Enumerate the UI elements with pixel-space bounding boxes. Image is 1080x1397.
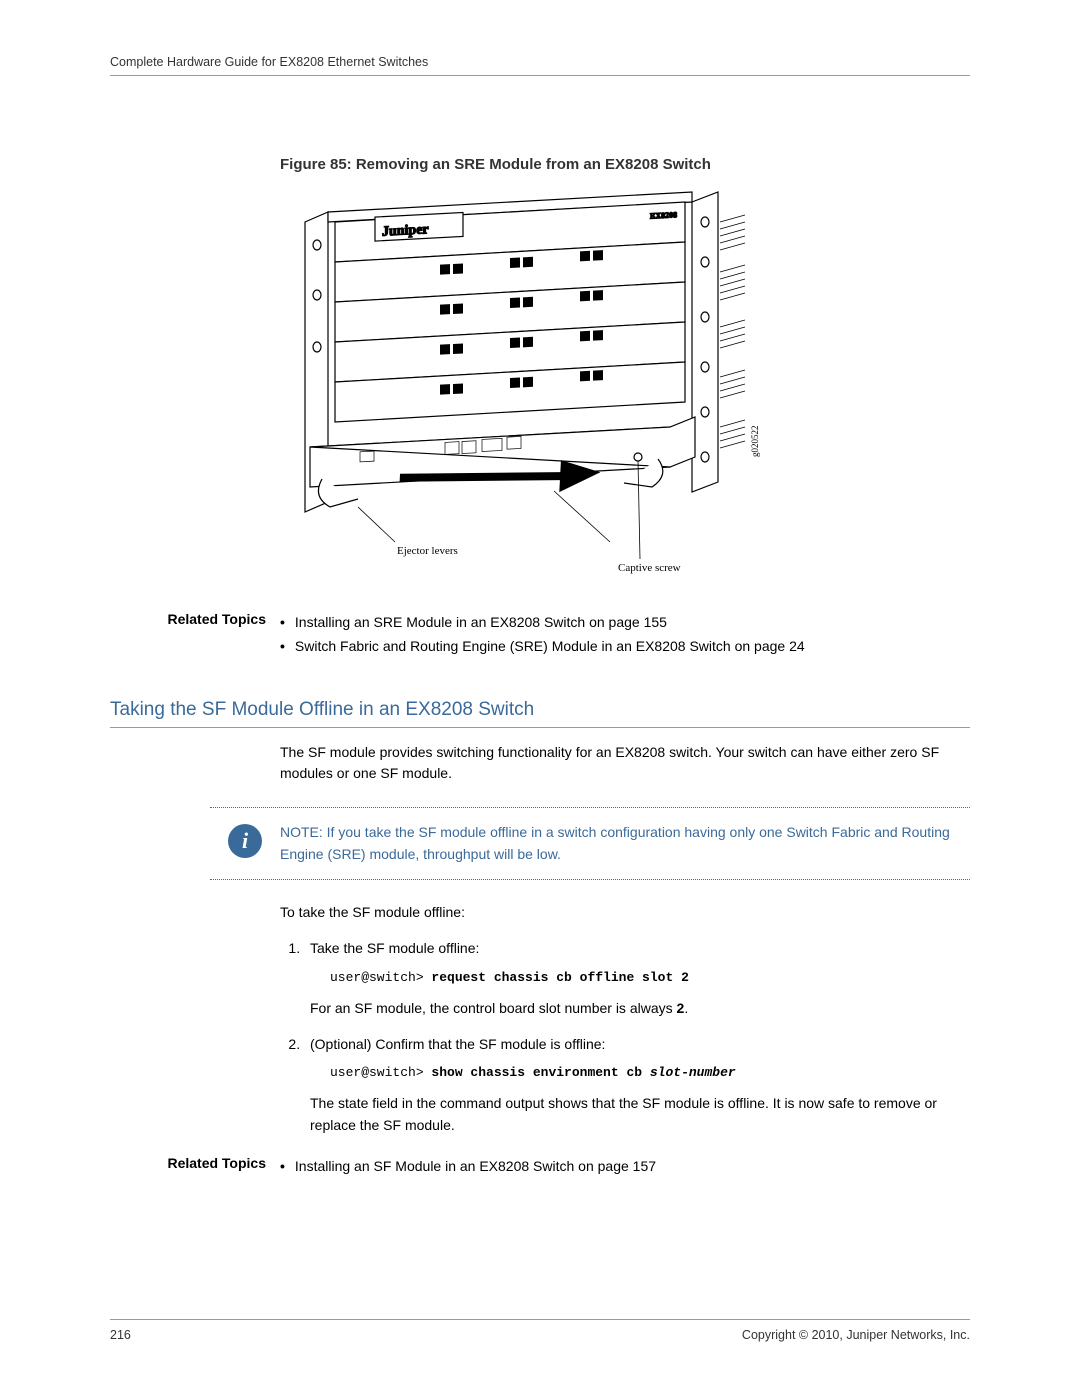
related-topics-block: Related Topics Installing an SRE Module …	[110, 611, 970, 659]
svg-text:Juniper: Juniper	[382, 222, 429, 239]
cli-variable: slot-number	[650, 1065, 736, 1080]
cli-prompt: user@switch>	[330, 1065, 431, 1080]
figure-caption: Figure 85: Removing an SRE Module from a…	[280, 156, 970, 173]
page-footer: 216 Copyright © 2010, Juniper Networks, …	[110, 1319, 970, 1342]
step-result: For an SF module, the control board slot…	[310, 998, 970, 1020]
info-icon: i	[210, 822, 280, 858]
cli-prompt: user@switch>	[330, 970, 431, 985]
related-topics-block: Related Topics Installing an SF Module i…	[110, 1155, 970, 1179]
switch-chassis-illustration: Juniper EX8208	[300, 187, 780, 587]
svg-text:EX8208: EX8208	[650, 210, 677, 220]
step-2: (Optional) Confirm that the SF module is…	[304, 1034, 970, 1137]
related-link[interactable]: Installing an SRE Module in an EX8208 Sw…	[280, 611, 970, 635]
step-text: Take the SF module offline:	[310, 940, 479, 956]
note-text: NOTE: If you take the SF module offline …	[280, 822, 970, 865]
procedure: To take the SF module offline: Take the …	[280, 902, 970, 1136]
copyright: Copyright © 2010, Juniper Networks, Inc.	[742, 1328, 970, 1342]
callout-ejector-levers: Ejector levers	[397, 545, 458, 557]
cli-command: user@switch> show chassis environment cb…	[330, 1063, 970, 1083]
related-topics-list: Installing an SF Module in an EX8208 Swi…	[280, 1155, 970, 1179]
related-topics-label: Related Topics	[110, 1155, 280, 1179]
procedure-lead: To take the SF module offline:	[280, 902, 970, 924]
related-topics-list: Installing an SRE Module in an EX8208 Sw…	[280, 611, 970, 659]
page-content: Figure 85: Removing an SRE Module from a…	[110, 156, 970, 1179]
step-result: The state field in the command output sh…	[310, 1093, 970, 1136]
related-link[interactable]: Switch Fabric and Routing Engine (SRE) M…	[280, 635, 970, 659]
related-link[interactable]: Installing an SF Module in an EX8208 Swi…	[280, 1155, 970, 1179]
step-1: Take the SF module offline: user@switch>…	[304, 938, 970, 1020]
procedure-steps: Take the SF module offline: user@switch>…	[280, 938, 970, 1137]
related-topics-label: Related Topics	[110, 611, 280, 659]
cli-command: user@switch> request chassis cb offline …	[330, 968, 970, 988]
technical-document-page: Complete Hardware Guide for EX8208 Ether…	[110, 55, 970, 1342]
figure-code: g020522	[750, 426, 760, 458]
running-header: Complete Hardware Guide for EX8208 Ether…	[110, 55, 970, 76]
page-number: 216	[110, 1328, 131, 1342]
section-intro: The SF module provides switching functio…	[280, 742, 970, 785]
step-text: (Optional) Confirm that the SF module is…	[310, 1036, 605, 1052]
cli-bold: request chassis cb offline slot 2	[431, 970, 688, 985]
cli-bold: show chassis environment cb	[431, 1065, 649, 1080]
note-block: i NOTE: If you take the SF module offlin…	[210, 807, 970, 880]
callout-captive-screw: Captive screw	[618, 562, 681, 574]
section-heading: Taking the SF Module Offline in an EX820…	[110, 699, 970, 728]
